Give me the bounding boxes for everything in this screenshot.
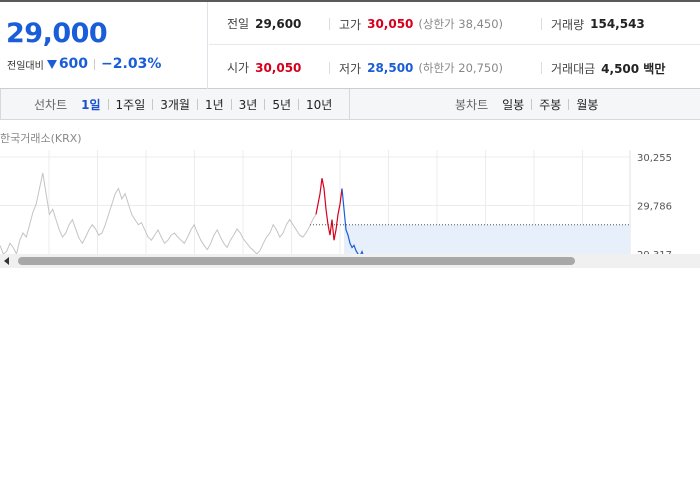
y-axis: 30,25529,78629,317 xyxy=(637,153,672,254)
current-price: 29,000 xyxy=(6,18,108,49)
tab-period-1w[interactable]: 1주일 xyxy=(116,96,146,113)
candle-chart-tabs: 봉차트 일봉 주봉 월봉 xyxy=(351,89,700,119)
tab-candle-monthly[interactable]: 월봉 xyxy=(576,96,598,113)
tab-period-1y[interactable]: 1년 xyxy=(205,96,224,113)
price-chart[interactable]: 30,25529,78629,317 xyxy=(0,120,700,254)
stat-amount: 거래대금 4,500 백만 xyxy=(541,61,666,76)
divider xyxy=(94,58,96,70)
tab-candle-daily[interactable]: 일봉 xyxy=(502,96,524,113)
divider xyxy=(298,98,300,110)
change-label: 전일대비 xyxy=(7,60,44,72)
tab-period-5y[interactable]: 5년 xyxy=(272,96,291,113)
stat-open: 시가 30,050 xyxy=(227,46,301,89)
scroll-thumb[interactable] xyxy=(18,257,575,265)
change-amount: 600 xyxy=(58,56,89,72)
stat-value: 4,500 백만 xyxy=(601,61,666,76)
stat-low: 저가 28,500 (하한가 20,750) xyxy=(329,61,504,76)
divider xyxy=(230,98,232,110)
below-prev-close-area xyxy=(344,224,630,254)
scroll-left-icon[interactable] xyxy=(4,257,9,265)
change-row: 전일대비 600 −2.03% xyxy=(7,56,161,72)
tab-period-3y[interactable]: 3년 xyxy=(239,96,258,113)
chart-scrollbar[interactable] xyxy=(0,254,700,268)
stat-label: 저가 xyxy=(339,61,362,76)
stat-high: 고가 30,050 (상한가 38,450) xyxy=(329,17,504,32)
line-chart-tabs: 선차트 1일 1주일 3개월 1년 3년 5년 10년 xyxy=(0,89,350,119)
stat-label: 거래량 xyxy=(551,17,585,32)
stat-value: 30,050 xyxy=(255,60,302,75)
chart-period-toolbar: 선차트 1일 1주일 3개월 1년 3년 5년 10년 봉차트 일봉 주봉 월봉 xyxy=(0,89,700,120)
divider xyxy=(152,98,154,110)
candle-chart-label: 봉차트 xyxy=(455,97,489,112)
upper-limit: (상한가 38,450) xyxy=(418,17,504,31)
tab-candle-weekly[interactable]: 주봉 xyxy=(539,96,561,113)
divider xyxy=(107,98,109,110)
stat-volume: 거래량 154,543 xyxy=(541,17,645,32)
divider xyxy=(196,98,198,110)
stats-row-2: 시가 30,050 저가 28,500 (하한가 20,750) 거래대금 4,… xyxy=(209,46,700,89)
divider xyxy=(568,98,570,110)
line-chart-label: 선차트 xyxy=(34,97,68,112)
y-tick-label: 30,255 xyxy=(637,153,672,164)
today-up-line xyxy=(315,178,343,241)
stat-prev-close: 전일 29,600 xyxy=(227,2,301,45)
price-box: 29,000 전일대비 600 −2.03% xyxy=(0,2,208,89)
tab-period-1d[interactable]: 1일 xyxy=(81,96,100,113)
stat-label: 거래대금 xyxy=(551,61,596,76)
stats-row-1: 전일 29,600 고가 30,050 (상한가 38,450) 거래량 154… xyxy=(209,2,700,45)
stat-label: 고가 xyxy=(339,17,362,32)
chart-series xyxy=(0,172,630,254)
stat-label: 시가 xyxy=(227,61,250,75)
down-arrow-icon xyxy=(46,59,57,69)
quote-panel: 29,000 전일대비 600 −2.03% 전일 29,600 고가 30,0… xyxy=(0,0,700,89)
exchange-label: 한국거래소(KRX) xyxy=(0,132,82,145)
tab-period-10y[interactable]: 10년 xyxy=(306,96,332,113)
history-line xyxy=(0,172,317,254)
stat-value: 29,600 xyxy=(255,16,302,31)
lower-limit: (하한가 20,750) xyxy=(418,61,504,75)
stat-value: 28,500 xyxy=(367,61,414,75)
y-tick-label: 29,786 xyxy=(637,202,672,213)
divider xyxy=(264,98,266,110)
change-rate: −2.03% xyxy=(101,56,162,72)
stat-label: 전일 xyxy=(227,17,250,31)
stat-value: 30,050 xyxy=(367,17,414,31)
tab-period-3m[interactable]: 3개월 xyxy=(160,96,190,113)
divider xyxy=(531,98,533,110)
stat-value: 154,543 xyxy=(590,17,645,31)
